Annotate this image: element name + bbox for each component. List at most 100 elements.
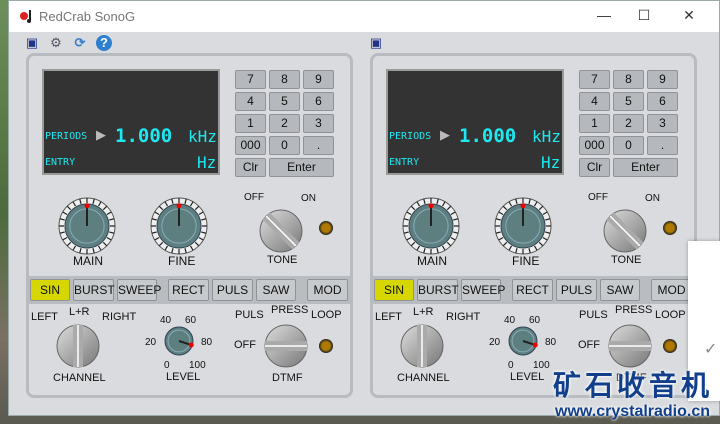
wave-puls-button[interactable]: PULS	[212, 279, 253, 301]
keypad-3-button[interactable]: 3	[303, 114, 334, 133]
main-label: MAIN	[417, 254, 447, 268]
keypad-8-button[interactable]: 8	[269, 70, 300, 89]
close-button[interactable]: ✕	[679, 7, 699, 24]
main-knob[interactable]	[401, 196, 461, 256]
check-icon: ✓	[704, 341, 718, 358]
tone-on-label: ON	[301, 193, 316, 204]
level-tick-20: 20	[489, 337, 501, 348]
wave-burst-button[interactable]: BURST	[417, 279, 459, 301]
title-bar[interactable]: RedCrab SonoG — ☐ ✕	[9, 1, 719, 32]
wave-sweep-button[interactable]: SWEEP	[117, 279, 161, 301]
wave-rect-button[interactable]: RECT	[512, 279, 553, 301]
dtmf-switch0[interactable]	[264, 324, 308, 368]
wave-burst-button[interactable]: BURST	[73, 279, 115, 301]
keypad-8-button[interactable]: 8	[613, 70, 644, 89]
level-label: LEVEL	[166, 371, 201, 383]
wave-sin-button[interactable]: SIN	[30, 279, 70, 301]
channel-center-label: L+R	[413, 306, 434, 318]
app-window: RedCrab SonoG — ☐ ✕ ▣ ⚙ ⟳ ? ▣ PERIODS ▶ …	[8, 0, 720, 416]
play-arrow-icon[interactable]: ▶	[440, 127, 450, 143]
keypad-5-button[interactable]: 5	[269, 92, 300, 111]
level-knob[interactable]	[157, 319, 201, 363]
window-title: RedCrab SonoG	[39, 9, 136, 24]
watermark-title: 矿石收音机	[553, 370, 714, 401]
keypad-0-button[interactable]: 0	[613, 136, 644, 155]
maximize-button[interactable]: ☐	[634, 7, 654, 24]
keypad-6-button[interactable]: 6	[647, 92, 678, 111]
settings-icon[interactable]: ⚙	[48, 35, 64, 51]
channel-right-label: RIGHT	[446, 311, 481, 323]
generator-panel-2: PERIODS ▶ 1.000 kHz ENTRY Hz 7 8 9 4 5 6 1 2 3 000…	[370, 53, 697, 398]
dtmf-puls-label: PULS	[579, 309, 608, 321]
play-arrow-icon[interactable]: ▶	[96, 127, 106, 143]
tone-label: TONE	[611, 254, 642, 266]
redcrab-logo-icon	[20, 10, 31, 23]
level-tick-0: 0	[164, 360, 170, 371]
wave-puls-button[interactable]: PULS	[556, 279, 597, 301]
keypad-0-button[interactable]: 0	[269, 136, 300, 155]
mode-label: PERIODS	[389, 131, 432, 142]
fine-knob[interactable]	[149, 196, 209, 256]
level-tick-20: 20	[145, 337, 157, 348]
channel-right-label: RIGHT	[102, 311, 137, 323]
dtmf-label: DTMF	[272, 372, 303, 384]
refresh-icon[interactable]: ⟳	[72, 35, 88, 51]
dtmf-loop-label: LOOP	[311, 309, 342, 321]
save-icon[interactable]: ▣	[24, 35, 40, 51]
minimize-button[interactable]: —	[594, 7, 614, 23]
dtmf-switch1[interactable]	[608, 324, 652, 368]
tone-off-label: OFF	[244, 192, 264, 203]
keypad-4-button[interactable]: 4	[579, 92, 610, 111]
fine-label: FINE	[168, 254, 196, 268]
wave-saw-button[interactable]: SAW	[256, 279, 296, 301]
wave-rect-button[interactable]: RECT	[168, 279, 209, 301]
keypad-dot-button[interactable]: .	[647, 136, 678, 155]
tone-led-indicator	[663, 221, 677, 235]
tone-switch1[interactable]	[603, 209, 647, 253]
channel-center-label: L+R	[69, 306, 90, 318]
keypad-9-button[interactable]: 9	[303, 70, 334, 89]
level-tick-80: 80	[201, 337, 213, 348]
keypad-1-button[interactable]: 1	[235, 114, 266, 133]
channel-label: CHANNEL	[53, 372, 106, 384]
wave-sweep-button[interactable]: SWEEP	[461, 279, 505, 301]
keypad-clr-button[interactable]: Clr	[235, 158, 266, 177]
level-label: LEVEL	[510, 371, 545, 383]
dtmf-puls-label: PULS	[235, 309, 264, 321]
keypad-7-button[interactable]: 7	[235, 70, 266, 89]
tone-label: TONE	[267, 254, 298, 266]
frequency-unit: kHz	[532, 127, 561, 146]
fine-label: FINE	[512, 254, 540, 268]
level-knob[interactable]	[501, 319, 545, 363]
help-icon[interactable]: ?	[96, 35, 112, 51]
keypad-7-button[interactable]: 7	[579, 70, 610, 89]
level-tick-100: 100	[189, 360, 206, 371]
save-icon-2[interactable]: ▣	[368, 35, 384, 51]
main-label: MAIN	[73, 254, 103, 268]
wave-mod-button[interactable]: MOD	[307, 279, 348, 301]
keypad-clr-button[interactable]: Clr	[579, 158, 610, 177]
keypad-000-button[interactable]: 000	[235, 136, 266, 155]
tone-switch0[interactable]	[259, 209, 303, 253]
keypad-1-button[interactable]: 1	[579, 114, 610, 133]
main-knob[interactable]	[57, 196, 117, 256]
keypad-4-button[interactable]: 4	[235, 92, 266, 111]
wave-saw-button[interactable]: SAW	[600, 279, 640, 301]
keypad-6-button[interactable]: 6	[303, 92, 334, 111]
keypad-enter-button[interactable]: Enter	[269, 158, 334, 177]
wave-sin-button[interactable]: SIN	[374, 279, 414, 301]
channel-switch1[interactable]	[400, 324, 444, 368]
entry-unit: Hz	[541, 153, 561, 172]
keypad-dot-button[interactable]: .	[303, 136, 334, 155]
dtmf-press-label: PRESS	[615, 304, 653, 316]
keypad-2-button[interactable]: 2	[613, 114, 644, 133]
keypad-enter-button[interactable]: Enter	[613, 158, 678, 177]
keypad-5-button[interactable]: 5	[613, 92, 644, 111]
keypad-000-button[interactable]: 000	[579, 136, 610, 155]
keypad-2-button[interactable]: 2	[269, 114, 300, 133]
channel-switch0[interactable]	[56, 324, 100, 368]
wave-mod-button[interactable]: MOD	[651, 279, 692, 301]
fine-knob[interactable]	[493, 196, 553, 256]
keypad-3-button[interactable]: 3	[647, 114, 678, 133]
keypad-9-button[interactable]: 9	[647, 70, 678, 89]
